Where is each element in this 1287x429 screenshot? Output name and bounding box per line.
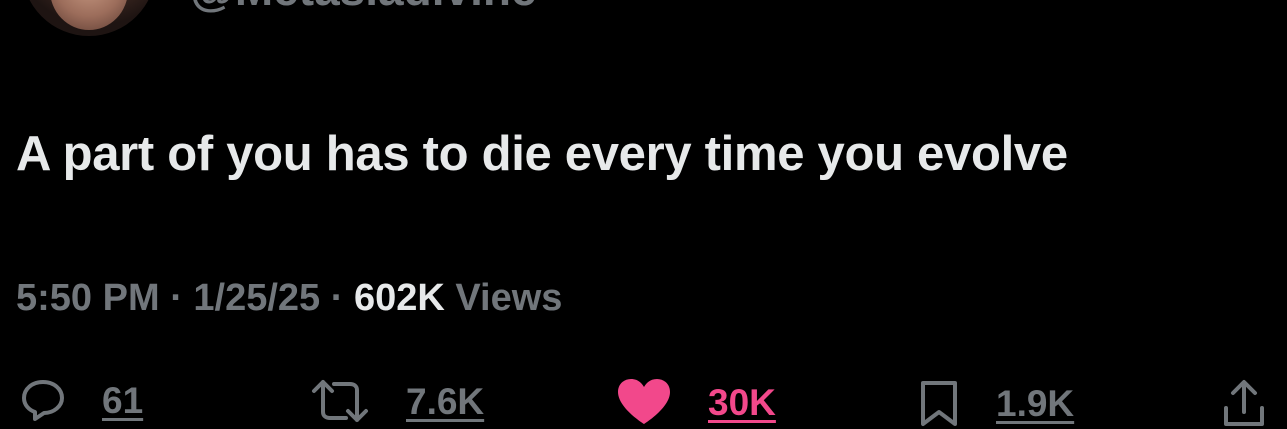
reply-bubble-icon [20, 378, 66, 422]
tweet-meta: 5:50 PM · 1/25/25 · 602K Views [16, 277, 563, 320]
like-button[interactable]: 30K [616, 378, 776, 426]
reply-button[interactable]: 61 [20, 378, 143, 422]
meta-separator: · [330, 277, 344, 319]
views-count: 602K [353, 277, 445, 319]
bookmark-icon [918, 378, 960, 428]
bookmark-count[interactable]: 1.9K [996, 385, 1074, 422]
tweet-text: A part of you has to die every time you … [16, 127, 1068, 181]
tweet-actions-bar: 61 7.6K 30K 1.9K [0, 370, 1287, 429]
user-handle[interactable]: @Metasiadivine [190, 0, 537, 12]
repost-count[interactable]: 7.6K [406, 383, 484, 420]
like-count[interactable]: 30K [708, 384, 776, 421]
share-button[interactable] [1222, 378, 1266, 428]
share-icon [1222, 378, 1266, 428]
views-label: Views [455, 277, 563, 319]
tweet-time[interactable]: 5:50 PM [16, 277, 160, 319]
bookmark-button[interactable]: 1.9K [918, 378, 1074, 428]
meta-separator: · [170, 277, 183, 319]
heart-icon [616, 378, 672, 426]
reply-count[interactable]: 61 [102, 382, 143, 419]
repost-icon [310, 378, 370, 424]
tweet-date[interactable]: 1/25/25 [193, 277, 320, 319]
repost-button[interactable]: 7.6K [310, 378, 484, 424]
avatar[interactable] [22, 0, 156, 36]
